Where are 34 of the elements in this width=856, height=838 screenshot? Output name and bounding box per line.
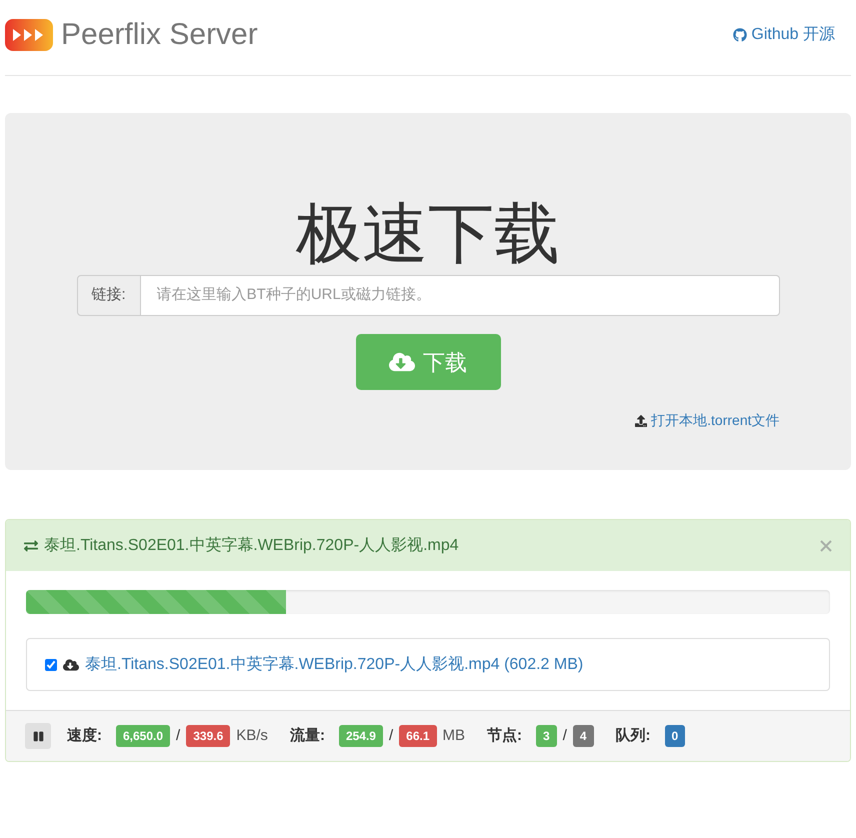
stat-label: 流量: [290, 726, 325, 746]
separator: / [562, 726, 567, 746]
input-label: 链接: [76, 275, 141, 316]
github-icon [733, 28, 748, 42]
stat-badge: 66.1 [399, 725, 436, 747]
pause-button[interactable] [25, 723, 51, 749]
github-link[interactable]: Github 开源 [733, 22, 835, 46]
torrent-name: 泰坦.Titans.S02E01.中英字幕.WEBrip.720P-人人影视.mp4 [44, 536, 459, 556]
upload-icon [635, 414, 648, 426]
exchange-icon [24, 538, 38, 552]
stat-label: 速度: [67, 726, 102, 746]
stat-badge: 4 [572, 725, 594, 747]
download-button[interactable]: 下载 [356, 334, 500, 390]
file-link[interactable]: 泰坦.Titans.S02E01.中英字幕.WEBrip.720P-人人影视.mp4 (602.2 MB) [85, 652, 584, 676]
separator: / [176, 726, 180, 746]
stat-badge: 3 [536, 725, 557, 747]
open-torrent-link[interactable]: 打开本地.torrent文件 [635, 410, 780, 431]
separator: / [388, 726, 394, 746]
file-checkbox[interactable] [45, 658, 57, 670]
stat-label: 节点: [487, 726, 522, 746]
cloud-download-icon [63, 656, 79, 672]
hero-title: 极速下载 [296, 195, 560, 272]
stat-label: 队列: [616, 726, 651, 746]
stat-unit: KB/s [236, 726, 268, 746]
stat-badge: 339.6 [186, 725, 230, 747]
stat-badge: 0 [664, 725, 686, 747]
stat-badge: 6,650.0 [116, 725, 170, 747]
pause-icon [32, 730, 44, 742]
url-field[interactable]: 请在这里输入BT种子的URL或磁力链接。 [140, 275, 780, 316]
logo-icon [5, 18, 53, 50]
stat-unit: MB [442, 726, 465, 746]
stat-badge: 254.9 [338, 725, 383, 747]
close-icon [820, 540, 832, 552]
site-title: Peerflix Server [61, 17, 258, 53]
